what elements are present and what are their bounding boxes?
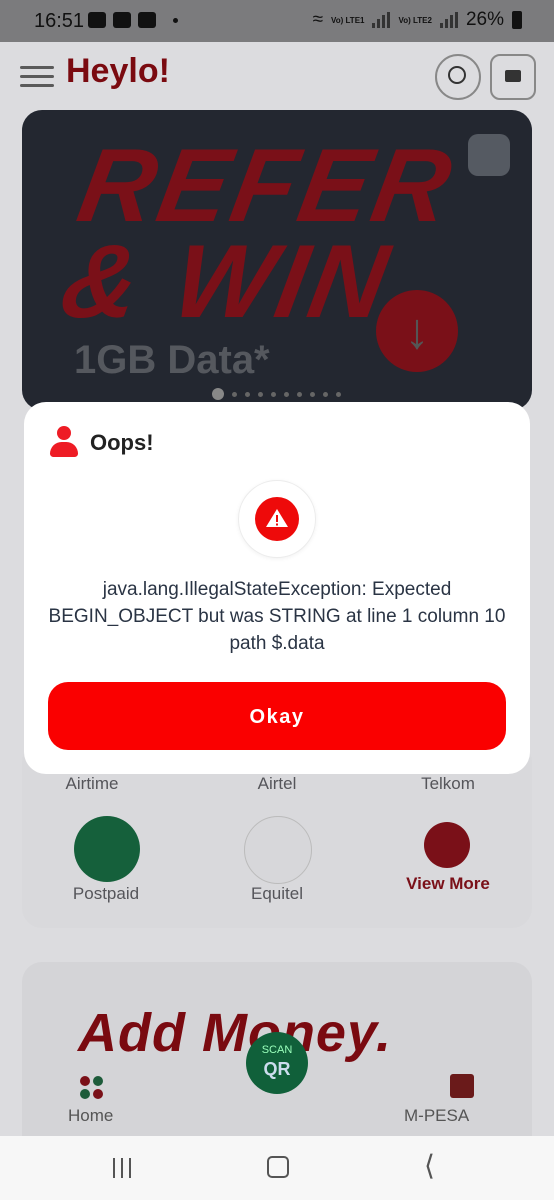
system-nav-bar: ⟨ [0,1136,554,1200]
sim2-signal-icon [439,12,458,28]
battery-icon [512,11,522,29]
gallery-icon [88,12,106,28]
home-icon[interactable] [80,1076,104,1100]
service-postpaid[interactable]: Postpaid [36,884,176,904]
recents-icon[interactable] [113,1158,131,1178]
okay-button[interactable]: Okay [48,682,506,750]
search-button[interactable] [435,54,481,100]
sim2-label: Vo) LTE2 [398,15,432,25]
user-icon [50,426,78,458]
menu-icon[interactable] [20,60,54,93]
collapse-banner-button[interactable] [468,134,510,176]
sim1-signal-icon [372,12,391,28]
instagram-icon [138,12,156,28]
promo-text: Add Money. [78,1003,392,1063]
store-icon[interactable] [450,1074,474,1098]
status-bar: 16:51 ≈ Vo) LTE1 Vo) LTE2 26% [0,0,554,42]
equitel-logo[interactable] [244,816,312,884]
chevron-down-icon[interactable] [424,822,470,868]
banner-subline: 1GB Data* [74,338,270,382]
battery-percent: 26% [465,9,504,30]
home-circle-icon[interactable] [267,1156,289,1178]
messages-button[interactable] [490,54,536,100]
status-time: 16:51 [34,10,85,32]
service-airtel[interactable]: Airtel [207,774,347,794]
scan-qr-button[interactable]: SCAN QR [246,1032,308,1094]
promo-banner[interactable]: REFER & WIN 1GB Data* ↓ [22,110,532,410]
service-equitel[interactable]: Equitel [207,884,347,904]
carousel-dots [212,388,341,400]
service-telkom[interactable]: Telkom [378,774,518,794]
app-logo: Heylo! [66,52,170,90]
view-more-link[interactable]: View More [378,874,518,894]
wifi-icon: ≈ [312,9,323,30]
status-right: ≈ Vo) LTE1 Vo) LTE2 26% [313,9,522,31]
error-message: java.lang.IllegalStateException: Expecte… [48,579,506,654]
nav-mpesa[interactable]: M-PESA [404,1106,469,1126]
service-airtime[interactable]: Airtime [22,774,162,794]
arrow-down-icon: ↓ [376,290,458,372]
safaricom-logo[interactable] [74,816,140,882]
sim1-label: Vo) LTE1 [331,15,365,25]
banner-headline: REFER & WIN [53,128,464,340]
warning-icon [238,480,316,558]
back-icon[interactable]: ⟨ [424,1152,435,1180]
nav-home[interactable]: Home [68,1106,113,1126]
notification-icons [88,12,178,28]
youtube-icon [113,12,131,28]
dialog-title: Oops! [90,430,154,455]
error-dialog: Oops! java.lang.IllegalStateException: E… [24,402,530,774]
more-notifications-icon [173,17,178,23]
